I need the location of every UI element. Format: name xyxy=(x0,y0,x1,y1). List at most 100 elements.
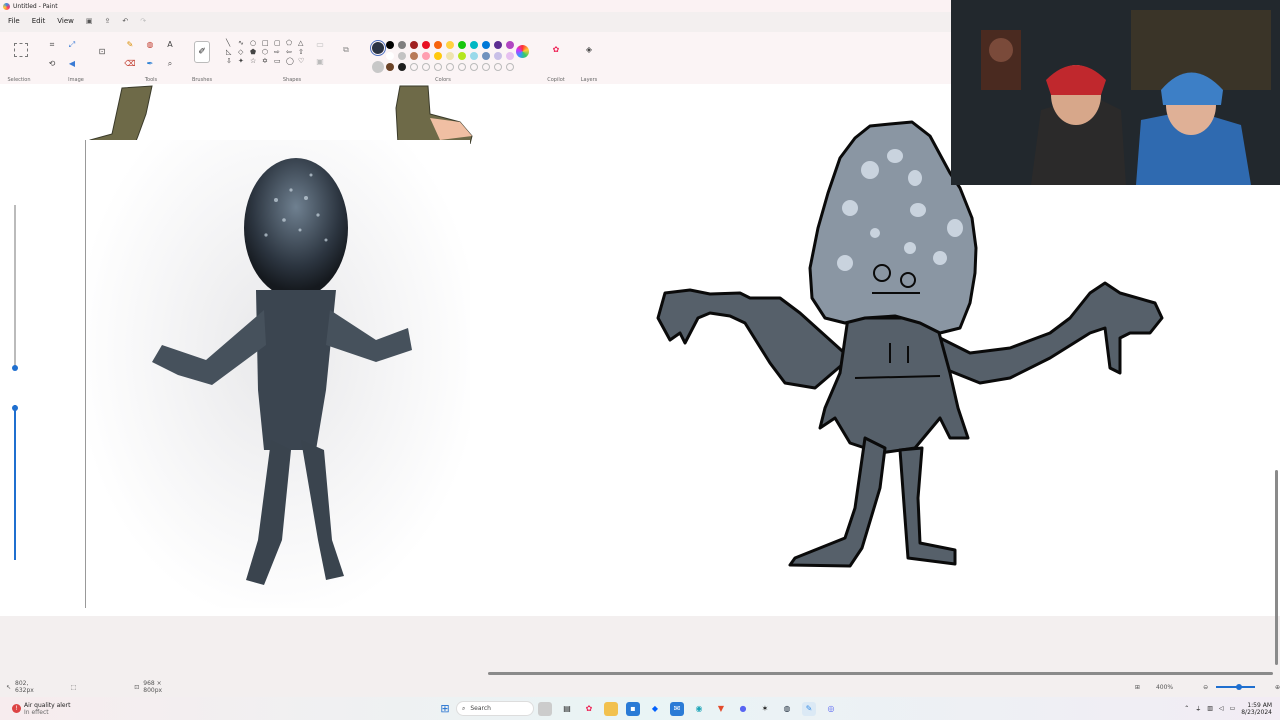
undo-icon[interactable]: ↶ xyxy=(118,17,132,25)
callout-shape-icon[interactable]: ▭ xyxy=(274,57,285,65)
app-icon[interactable]: ✶ xyxy=(758,702,772,716)
polygon-shape-icon[interactable]: ⬠ xyxy=(286,39,297,47)
menu-edit[interactable]: Edit xyxy=(28,16,50,26)
start-icon[interactable]: ⊞ xyxy=(438,702,452,716)
reference-image[interactable] xyxy=(85,140,470,608)
paint-taskbar-icon[interactable]: ✎ xyxy=(802,701,816,716)
edit-colors-icon[interactable] xyxy=(516,45,529,58)
color-swatch[interactable] xyxy=(434,63,442,71)
fill-icon[interactable]: ◍ xyxy=(144,40,156,50)
layers-icon[interactable]: ◈ xyxy=(583,45,595,55)
vertical-scrollbar-thumb[interactable] xyxy=(1275,470,1278,665)
zoom-slider[interactable] xyxy=(1216,684,1255,690)
menu-file[interactable]: File xyxy=(4,16,24,26)
resize-icon[interactable]: ⤢ xyxy=(66,40,78,50)
widgets-icon[interactable]: ▤ xyxy=(560,702,574,716)
weather-widget[interactable]: ! Air quality alert In effect xyxy=(12,702,132,716)
color-swatch[interactable] xyxy=(458,41,466,49)
four-point-star-shape-icon[interactable]: ✦ xyxy=(238,57,249,65)
color-swatch[interactable] xyxy=(422,52,430,60)
line-shape-icon[interactable]: ╲ xyxy=(226,39,237,47)
arrow-right-shape-icon[interactable]: ⇨ xyxy=(274,48,285,56)
redo-icon[interactable]: ↷ xyxy=(136,17,150,25)
eraser-icon[interactable]: ⌫ xyxy=(124,59,136,69)
secondary-color-swatch[interactable] xyxy=(372,61,384,73)
rotate-icon[interactable]: ⟲ xyxy=(46,59,58,69)
file-explorer-icon[interactable] xyxy=(604,701,618,716)
rectangle-shape-icon[interactable]: □ xyxy=(262,39,273,47)
color-swatch[interactable] xyxy=(458,63,466,71)
color-swatch[interactable] xyxy=(398,41,406,49)
oval-shape-icon[interactable]: ○ xyxy=(250,39,261,47)
color-swatch[interactable] xyxy=(410,41,418,49)
battery-icon[interactable]: ▭ xyxy=(1230,705,1236,712)
color-palette[interactable] xyxy=(386,41,518,71)
right-triangle-shape-icon[interactable]: ◺ xyxy=(226,48,237,56)
crop-icon[interactable]: ⌗ xyxy=(46,40,58,50)
hexagon-shape-icon[interactable]: ⬡ xyxy=(262,48,273,56)
dropbox-icon[interactable]: ◆ xyxy=(648,702,662,716)
zoom-slider-thumb[interactable] xyxy=(1236,684,1243,690)
store-icon[interactable]: ▪ xyxy=(626,701,640,716)
zoom-in-icon[interactable]: ⊕ xyxy=(1275,684,1280,691)
color-swatch[interactable] xyxy=(422,63,430,71)
select-all-icon[interactable]: ⊡ xyxy=(96,47,108,57)
zoom-out-icon[interactable]: ⊖ xyxy=(1203,684,1208,691)
color-swatch[interactable] xyxy=(398,52,406,60)
color-swatch[interactable] xyxy=(446,63,454,71)
menu-view[interactable]: View xyxy=(53,16,78,26)
obs-icon[interactable]: ◎ xyxy=(824,702,838,716)
color-swatch[interactable] xyxy=(482,63,490,71)
six-point-star-shape-icon[interactable]: ✡ xyxy=(262,57,273,65)
color-swatch[interactable] xyxy=(482,52,490,60)
flip-icon[interactable]: ◀ xyxy=(66,59,78,69)
magnifier-icon[interactable]: ⌕ xyxy=(164,59,176,69)
color-swatch[interactable] xyxy=(446,52,454,60)
color-swatch[interactable] xyxy=(506,63,514,71)
horizontal-scrollbar[interactable] xyxy=(6,670,1274,676)
mail-icon[interactable]: ✉ xyxy=(670,701,684,716)
text-icon[interactable]: A xyxy=(164,40,176,50)
color-swatch[interactable] xyxy=(410,52,418,60)
five-point-star-shape-icon[interactable]: ☆ xyxy=(250,57,261,65)
tray-chevron-icon[interactable]: ⌃ xyxy=(1184,705,1189,712)
heart-shape-icon[interactable]: ♡ xyxy=(298,57,309,65)
zoom-level[interactable]: 400% xyxy=(1156,684,1173,691)
copilot-taskbar-icon[interactable]: ✿ xyxy=(582,702,596,716)
brush-icon[interactable]: ✐ xyxy=(194,41,210,63)
primary-color-swatch[interactable] xyxy=(370,40,386,56)
color-swatch[interactable] xyxy=(470,63,478,71)
pentagon-shape-icon[interactable]: ⬟ xyxy=(250,48,261,56)
fit-to-window-icon[interactable]: ⊞ xyxy=(1135,684,1140,691)
brave-icon[interactable]: ▼ xyxy=(714,702,728,716)
save-icon[interactable]: ▣ xyxy=(82,17,97,25)
outline-icon[interactable]: ▭ xyxy=(314,40,326,50)
pencil-icon[interactable]: ✎ xyxy=(124,40,136,50)
arrow-left-shape-icon[interactable]: ⇦ xyxy=(286,48,297,56)
share-icon[interactable]: ⇪ xyxy=(101,17,115,25)
opacity-thumb[interactable] xyxy=(12,405,18,411)
usb-icon[interactable]: ⏚ xyxy=(1195,704,1201,713)
speaker-icon[interactable]: ◁ xyxy=(1219,705,1224,712)
color-swatch[interactable] xyxy=(506,41,514,49)
color-swatch[interactable] xyxy=(422,41,430,49)
color-swatch[interactable] xyxy=(398,63,406,71)
edge-icon[interactable]: ◉ xyxy=(692,702,706,716)
steam-icon[interactable]: ◍ xyxy=(780,702,794,716)
clock[interactable]: 1:59 AM 8/23/2024 xyxy=(1241,702,1272,716)
color-swatch[interactable] xyxy=(446,41,454,49)
color-swatch[interactable] xyxy=(482,41,490,49)
color-swatch[interactable] xyxy=(458,52,466,60)
rounded-rectangle-shape-icon[interactable]: ▢ xyxy=(274,39,285,47)
color-swatch[interactable] xyxy=(434,41,442,49)
color-swatch[interactable] xyxy=(470,52,478,60)
color-swatch[interactable] xyxy=(494,52,502,60)
diamond-shape-icon[interactable]: ◇ xyxy=(238,48,249,56)
scrollbar-thumb[interactable] xyxy=(488,672,1273,675)
color-picker-icon[interactable]: ✒ xyxy=(144,59,156,69)
color-swatch[interactable] xyxy=(434,52,442,60)
shapes-gallery[interactable]: ╲ ∿ ○ □ ▢ ⬠ △ ◺ ◇ ⬟ ⬡ ⇨ ⇦ ⇧ ⇩ ✦ ☆ ✡ ▭ ◯ … xyxy=(226,39,309,65)
triangle-shape-icon[interactable]: △ xyxy=(298,39,309,47)
color-swatch[interactable] xyxy=(386,41,394,49)
color-swatch[interactable] xyxy=(410,63,418,71)
